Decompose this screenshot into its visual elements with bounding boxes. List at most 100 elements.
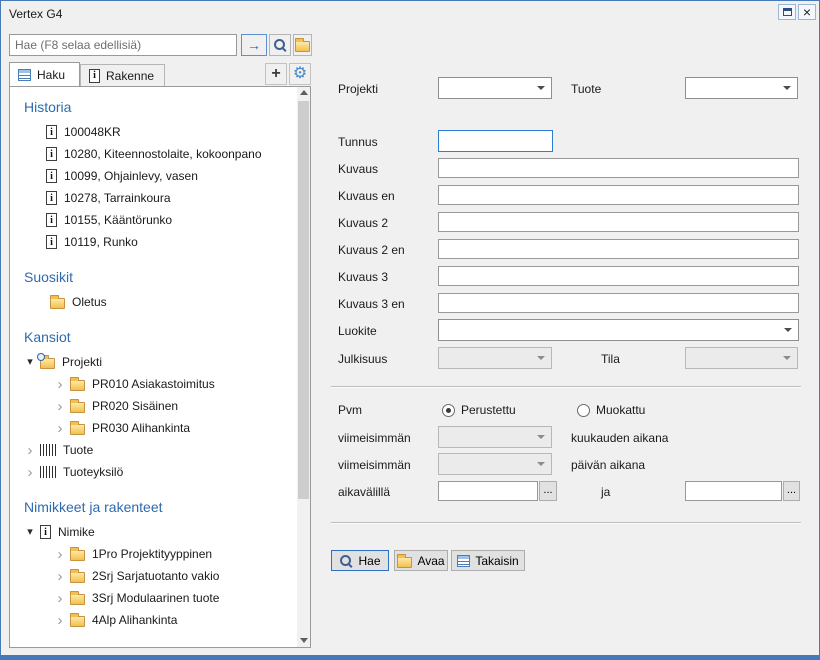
tree-item-2srj[interactable]: 2Srj Sarjatuotanto vakio	[10, 565, 297, 587]
chevron-collapsed-icon[interactable]	[24, 443, 36, 458]
chevron-collapsed-icon[interactable]	[54, 613, 66, 628]
open-folder-button[interactable]	[293, 34, 312, 56]
add-tab-button[interactable]	[265, 63, 287, 85]
projekti-combo[interactable]	[438, 77, 552, 99]
kuvaus3-en-input[interactable]	[438, 293, 799, 313]
tree-section-nimikkeet: Nimikkeet ja rakenteet	[24, 499, 297, 515]
tree-item-label: 10155, Kääntörunko	[64, 213, 172, 227]
scroll-down-button[interactable]	[297, 634, 310, 647]
table-icon	[18, 69, 31, 81]
project-folder-icon	[40, 358, 55, 369]
luokite-combo[interactable]	[438, 319, 799, 341]
muokattu-label: Muokattu	[596, 403, 645, 417]
tree-item-1pro[interactable]: 1Pro Projektityyppinen	[10, 543, 297, 565]
tuote-combo[interactable]	[685, 77, 798, 99]
tree-item-history-4[interactable]: 10155, Kääntörunko	[10, 209, 297, 231]
tree-item-nimike[interactable]: Nimike	[10, 521, 297, 543]
tab-haku-label: Haku	[37, 68, 65, 82]
tab-rakenne-label: Rakenne	[106, 69, 154, 83]
date-picker-start-button[interactable]: ...	[539, 481, 557, 501]
info-icon	[46, 147, 57, 161]
chevron-collapsed-icon[interactable]	[54, 569, 66, 584]
tab-rakenne[interactable]: Rakenne	[80, 64, 165, 86]
tree-item-history-1[interactable]: 10280, Kiteennostolaite, kokoonpano	[10, 143, 297, 165]
app-window: Vertex G4 Haku Rakenne Historia 100048KR…	[0, 0, 820, 660]
tab-haku[interactable]: Haku	[9, 62, 80, 86]
tunnus-input[interactable]	[438, 130, 553, 152]
dock-button[interactable]	[778, 4, 796, 20]
takaisin-button-label: Takaisin	[475, 554, 518, 568]
kuvaus3-en-label: Kuvaus 3 en	[338, 297, 405, 311]
folder-icon	[397, 557, 412, 568]
tree-item-label: 2Srj Sarjatuotanto vakio	[92, 569, 219, 583]
folder-icon	[70, 616, 85, 627]
avaa-button[interactable]: Avaa	[394, 550, 448, 571]
search-input[interactable]	[9, 34, 237, 56]
kuvaus2-en-input[interactable]	[438, 239, 799, 259]
tree-item-tuoteyksilo[interactable]: Tuoteyksilö	[10, 461, 297, 483]
tree-item-history-0[interactable]: 100048KR	[10, 121, 297, 143]
folder-icon	[70, 402, 85, 413]
scrollbar-thumb[interactable]	[298, 101, 309, 499]
tunnus-label: Tunnus	[338, 135, 378, 149]
chevron-collapsed-icon[interactable]	[24, 465, 36, 480]
info-icon	[89, 69, 100, 83]
kuvaus-input[interactable]	[438, 158, 799, 178]
folder-icon	[70, 380, 85, 391]
viimeisimman2-combo[interactable]	[438, 453, 552, 475]
search-go-button[interactable]	[241, 34, 267, 56]
tree-item-oletus[interactable]: Oletus	[10, 291, 297, 313]
tree-item-label: 3Srj Modulaarinen tuote	[92, 591, 219, 605]
takaisin-button[interactable]: Takaisin	[451, 550, 525, 571]
perustettu-radio[interactable]	[442, 404, 455, 417]
folder-icon	[50, 298, 65, 309]
titlebar: Vertex G4	[1, 1, 819, 27]
tree-item-history-2[interactable]: 10099, Ohjainlevy, vasen	[10, 165, 297, 187]
search-button[interactable]	[269, 34, 291, 56]
aikavalilla-label: aikavälillä	[338, 485, 390, 499]
chevron-collapsed-icon[interactable]	[54, 421, 66, 436]
chevron-expanded-icon[interactable]	[24, 527, 36, 538]
julkisuus-combo[interactable]	[438, 347, 552, 369]
tree-item-history-5[interactable]: 10119, Runko	[10, 231, 297, 253]
close-button[interactable]	[798, 4, 816, 20]
folder-icon	[70, 550, 85, 561]
luokite-label: Luokite	[338, 324, 377, 338]
muokattu-radio[interactable]	[577, 404, 590, 417]
chevron-collapsed-icon[interactable]	[54, 377, 66, 392]
kuukauden-aikana-label: kuukauden aikana	[571, 431, 668, 445]
chevron-expanded-icon[interactable]	[24, 357, 36, 368]
kuvaus-label: Kuvaus	[338, 162, 378, 176]
settings-button[interactable]	[289, 63, 311, 85]
tree-item-pr030[interactable]: PR030 Alihankinta	[10, 417, 297, 439]
tree-item-pr010[interactable]: PR010 Asiakastoimitus	[10, 373, 297, 395]
tree-item-label: 4Alp Alihankinta	[92, 613, 177, 627]
tree-section-kansiot: Kansiot	[24, 329, 297, 345]
date-picker-end-button[interactable]: ...	[783, 481, 800, 501]
tree-item-tuote[interactable]: Tuote	[10, 439, 297, 461]
kuvaus3-input[interactable]	[438, 266, 799, 286]
tree-item-pr020[interactable]: PR020 Sisäinen	[10, 395, 297, 417]
tree-item-projekti[interactable]: Projekti	[10, 351, 297, 373]
tree-item-label: Nimike	[58, 525, 95, 539]
chevron-collapsed-icon[interactable]	[54, 399, 66, 414]
julkisuus-label: Julkisuus	[338, 352, 387, 366]
kuvaus-en-input[interactable]	[438, 185, 799, 205]
search-icon	[273, 38, 287, 52]
tree-item-3srj[interactable]: 3Srj Modulaarinen tuote	[10, 587, 297, 609]
chevron-collapsed-icon[interactable]	[54, 547, 66, 562]
tree-item-history-3[interactable]: 10278, Tarrainkoura	[10, 187, 297, 209]
hae-button[interactable]: Hae	[331, 550, 389, 571]
aikavalilla-start-input[interactable]	[438, 481, 538, 501]
tree-scrollbar[interactable]	[297, 87, 310, 647]
aikavalilla-end-input[interactable]	[685, 481, 782, 501]
kuvaus2-input[interactable]	[438, 212, 799, 232]
tree-item-4alp[interactable]: 4Alp Alihankinta	[10, 609, 297, 631]
folder-icon	[295, 41, 310, 52]
tila-combo[interactable]	[685, 347, 798, 369]
info-icon	[40, 525, 51, 539]
chevron-collapsed-icon[interactable]	[54, 591, 66, 606]
scroll-up-button[interactable]	[297, 87, 310, 100]
kuvaus2-label: Kuvaus 2	[338, 216, 388, 230]
viimeisimman1-combo[interactable]	[438, 426, 552, 448]
